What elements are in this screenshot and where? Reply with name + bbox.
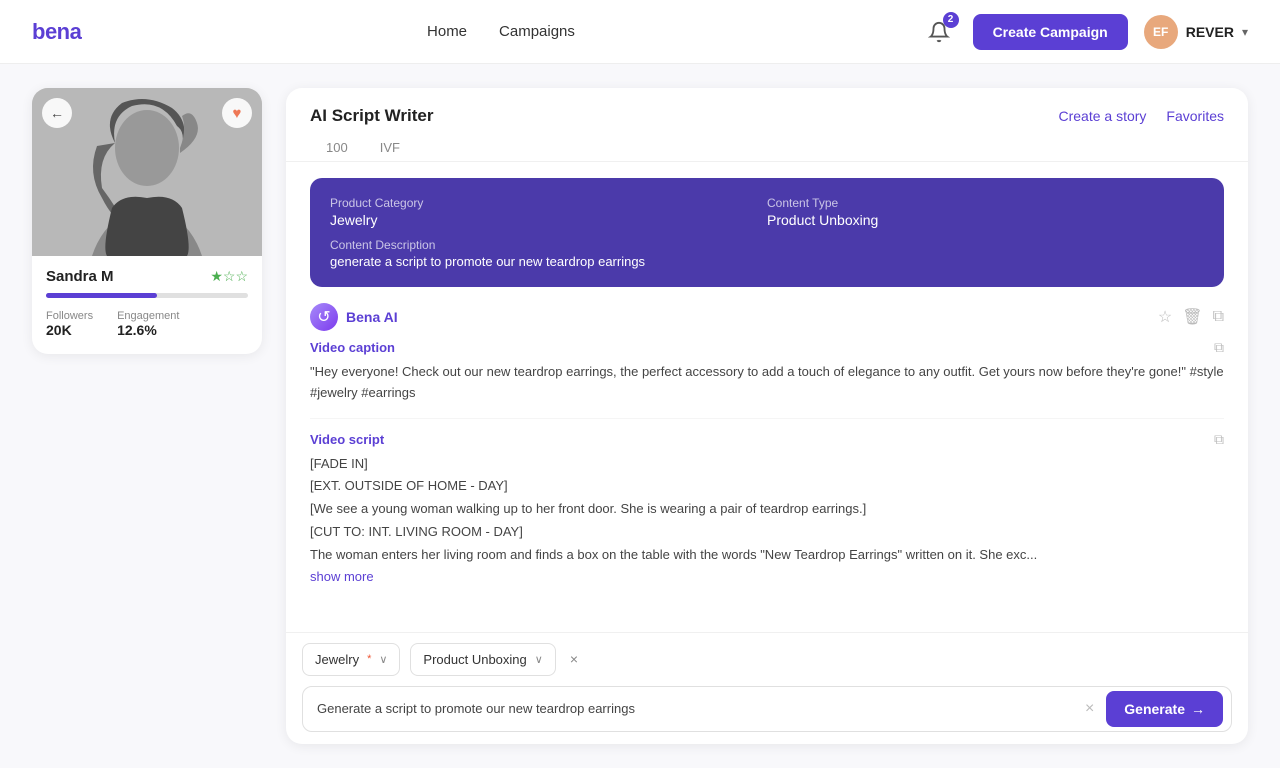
left-panel: ← ♥ Sandra M ★☆☆ Followers 20K [32, 88, 262, 744]
notification-badge: 2 [943, 12, 959, 28]
profile-card: ← ♥ Sandra M ★☆☆ Followers 20K [32, 88, 262, 354]
content-type-value: Product Unboxing [767, 212, 1204, 228]
copy-caption-button[interactable]: ⧉ [1214, 339, 1224, 356]
jewelry-filter-label: Jewelry [315, 652, 359, 667]
script-writer-header: AI Script Writer Create a story Favorite… [286, 88, 1248, 126]
nav-home[interactable]: Home [427, 23, 467, 40]
logo: bena [32, 19, 81, 45]
right-panel: AI Script Writer Create a story Favorite… [286, 88, 1248, 744]
create-story-button[interactable]: Create a story [1058, 108, 1146, 124]
message-input-row: × Generate → [302, 686, 1232, 732]
user-menu[interactable]: EF REVER ▾ [1144, 15, 1248, 49]
summary-grid: Product Category Jewelry Content Type Pr… [330, 196, 1204, 228]
favorites-button[interactable]: Favorites [1166, 108, 1224, 124]
unboxing-filter-label: Product Unboxing [423, 652, 526, 667]
generate-button[interactable]: Generate → [1106, 691, 1223, 727]
content-description-value: generate a script to promote our new tea… [330, 254, 1204, 269]
summary-card: Product Category Jewelry Content Type Pr… [310, 178, 1224, 287]
tab-100[interactable]: 100 [310, 134, 364, 161]
delete-button[interactable]: 🗑 [1182, 307, 1202, 327]
chevron-down-icon: ▾ [1242, 25, 1248, 39]
star-button[interactable]: ☆ [1158, 307, 1172, 327]
content-type-item: Content Type Product Unboxing [767, 196, 1204, 228]
chat-area: ↺ Bena AI ☆ 🗑 ⧉ Video caption ⧉ [286, 287, 1248, 632]
nav-right: 2 Create Campaign EF REVER ▾ [921, 14, 1248, 50]
ai-name: Bena AI [346, 309, 398, 325]
tab-ivf[interactable]: IVF [364, 134, 416, 161]
profile-bar-fill [46, 293, 157, 298]
notifications-button[interactable]: 2 [921, 14, 957, 50]
followers-stat: Followers 20K [46, 310, 93, 338]
ai-actions: ☆ 🗑 ⧉ [1158, 307, 1224, 327]
avatar: EF [1144, 15, 1178, 49]
video-script-title: Video script [310, 432, 384, 447]
profile-name-row: Sandra M ★☆☆ [46, 268, 248, 285]
followers-value: 20K [46, 322, 93, 338]
generate-label: Generate [1124, 701, 1185, 717]
required-marker: * [367, 653, 371, 665]
product-category-item: Product Category Jewelry [330, 196, 767, 228]
video-caption-header: Video caption ⧉ [310, 339, 1224, 356]
profile-stats: Followers 20K Engagement 12.6% [46, 310, 248, 338]
unboxing-filter[interactable]: Product Unboxing ∨ [410, 643, 555, 676]
script-header-actions: Create a story Favorites [1058, 108, 1224, 124]
filter-row: Jewelry * ∨ Product Unboxing ∨ × [302, 643, 1232, 676]
nav-campaigns[interactable]: Campaigns [499, 23, 575, 40]
user-name: REVER [1186, 24, 1234, 40]
video-caption-block: Video caption ⧉ "Hey everyone! Check out… [310, 339, 1224, 419]
profile-stars: ★☆☆ [210, 268, 248, 285]
nav-links: Home Campaigns [427, 23, 575, 40]
show-more-link[interactable]: show more [310, 569, 374, 584]
chevron-icon: ∨ [379, 653, 387, 666]
video-script-header: Video script ⧉ [310, 431, 1224, 448]
profile-info: Sandra M ★☆☆ Followers 20K Engagement 12… [32, 256, 262, 354]
ai-message: ↺ Bena AI ☆ 🗑 ⧉ Video caption ⧉ [310, 303, 1224, 600]
generate-arrow-icon: → [1191, 701, 1205, 717]
ai-message-header: ↺ Bena AI ☆ 🗑 ⧉ [310, 303, 1224, 331]
ai-avatar: ↺ [310, 303, 338, 331]
filter-close-button[interactable]: × [566, 651, 582, 667]
input-area: Jewelry * ∨ Product Unboxing ∨ × × Gener… [286, 632, 1248, 744]
profile-name: Sandra M [46, 268, 114, 285]
heart-icon: ♥ [233, 105, 242, 122]
video-caption-title: Video caption [310, 340, 395, 355]
main-layout: ← ♥ Sandra M ★☆☆ Followers 20K [0, 64, 1280, 768]
script-writer-title: AI Script Writer [310, 106, 433, 126]
copy-script-button[interactable]: ⧉ [1214, 431, 1224, 448]
product-category-label: Product Category [330, 196, 767, 210]
back-icon: ← [50, 105, 64, 121]
navbar: bena Home Campaigns 2 Create Campaign EF… [0, 0, 1280, 64]
content-type-label: Content Type [767, 196, 1204, 210]
video-script-text: [FADE IN][EXT. OUTSIDE OF HOME - DAY][We… [310, 454, 1224, 566]
clear-input-button[interactable]: × [1081, 696, 1098, 722]
product-category-value: Jewelry [330, 212, 767, 228]
chevron-icon-2: ∨ [535, 653, 543, 666]
tab-bar: 100 IVF [286, 126, 1248, 162]
engagement-label: Engagement [117, 310, 179, 322]
copy-all-button[interactable]: ⧉ [1213, 307, 1224, 327]
followers-label: Followers [46, 310, 93, 322]
refresh-icon: ↺ [317, 307, 330, 327]
ai-name-row: ↺ Bena AI [310, 303, 398, 331]
engagement-stat: Engagement 12.6% [117, 310, 179, 338]
profile-image-wrap: ← ♥ [32, 88, 262, 256]
jewelry-filter[interactable]: Jewelry * ∨ [302, 643, 400, 676]
content-description-item: Content Description generate a script to… [330, 238, 1204, 269]
message-input[interactable] [317, 701, 1073, 716]
engagement-value: 12.6% [117, 322, 179, 338]
video-caption-text: "Hey everyone! Check out our new teardro… [310, 362, 1224, 404]
video-script-block: Video script ⧉ [FADE IN][EXT. OUTSIDE OF… [310, 431, 1224, 600]
back-button[interactable]: ← [42, 98, 72, 128]
content-description-label: Content Description [330, 238, 1204, 252]
create-campaign-button[interactable]: Create Campaign [973, 14, 1128, 50]
logo-text: bena [32, 19, 81, 45]
profile-bar [46, 293, 248, 298]
favorite-button[interactable]: ♥ [222, 98, 252, 128]
